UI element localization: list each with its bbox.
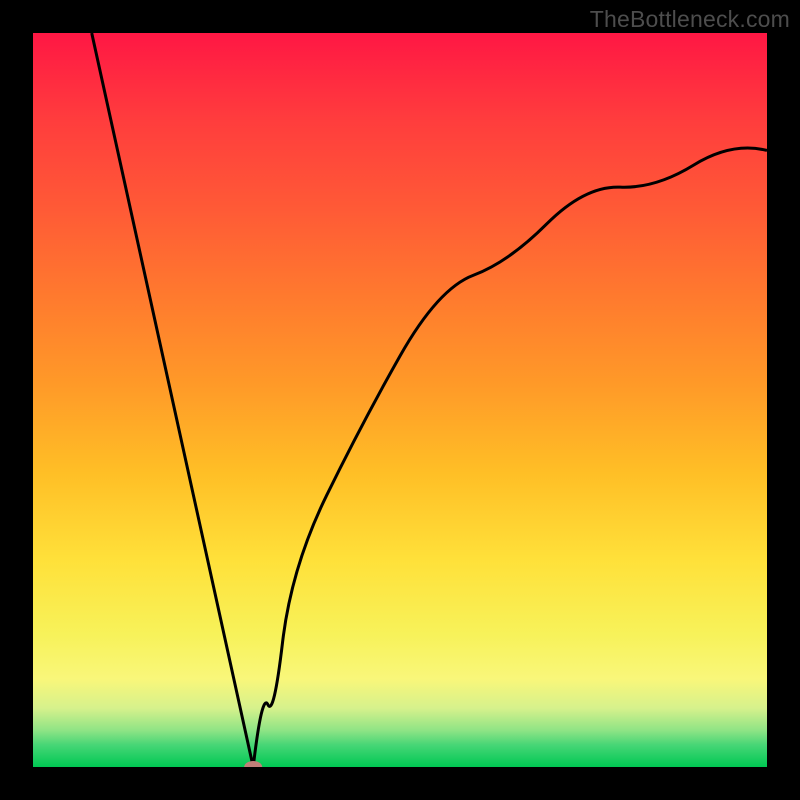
watermark-text: TheBottleneck.com [590, 6, 790, 33]
plot-area [33, 33, 767, 767]
bottleneck-curve-svg [33, 33, 767, 767]
outer-frame: TheBottleneck.com [0, 0, 800, 800]
bottleneck-marker [244, 761, 262, 767]
bottleneck-curve-path [92, 33, 767, 767]
